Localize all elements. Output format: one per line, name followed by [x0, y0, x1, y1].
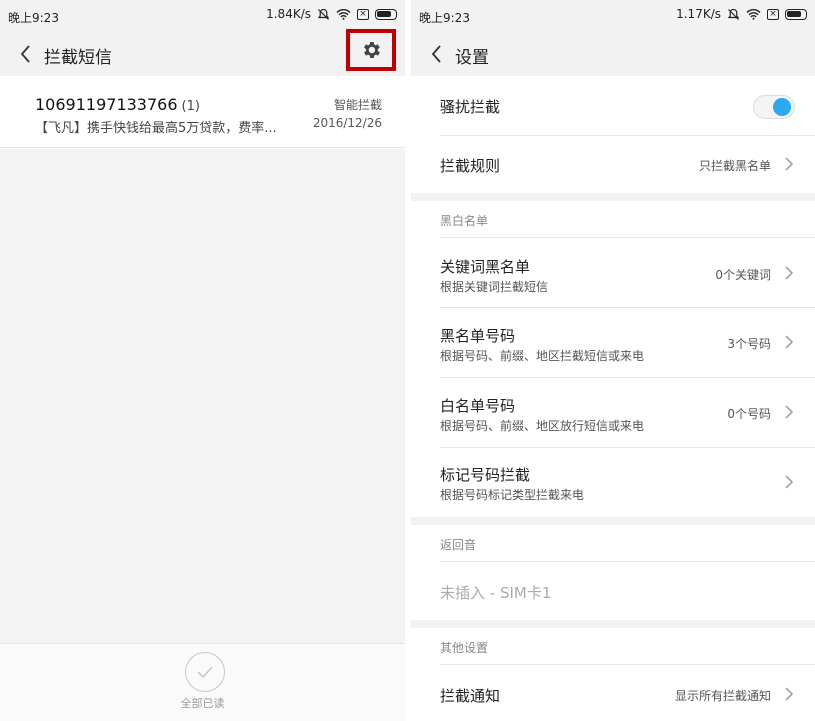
harass-intercept-label: 骚扰拦截: [440, 98, 501, 116]
section-header-ringback: 返回音: [440, 538, 477, 552]
sim-not-inserted-label: 未插入 - SIM卡1: [440, 584, 552, 602]
blacklist-numbers-desc: 根据号码、前缀、地区拦截短信或来电: [440, 349, 645, 363]
blacklist-numbers-row[interactable]: 黑名单号码 根据号码、前缀、地区拦截短信或来电 3个号码: [411, 308, 815, 377]
intercept-notify-value: 显示所有拦截通知: [674, 689, 771, 703]
section-header-other: 其他设置: [440, 641, 489, 655]
mark-all-read-label: 全部已读: [180, 697, 225, 710]
intercept-rule-row[interactable]: 拦截规则 只拦截黑名单: [411, 136, 815, 193]
chevron-right-icon: [785, 405, 794, 419]
gear-icon: [364, 42, 380, 58]
battery-icon: [785, 8, 807, 20]
mark-all-read-button[interactable]: [185, 652, 225, 692]
network-speed: 1.17K/s: [676, 7, 721, 21]
intercept-notify-row[interactable]: 拦截通知 显示所有拦截通知: [411, 665, 815, 721]
keyword-blacklist-value: 0个关键词: [715, 268, 771, 282]
marked-number-intercept-label: 标记号码拦截: [440, 466, 531, 484]
marked-number-intercept-row[interactable]: 标记号码拦截 根据号码标记类型拦截来电: [411, 448, 815, 517]
intercept-rule-label: 拦截规则: [440, 157, 501, 175]
chevron-right-icon: [785, 475, 794, 489]
whitelist-numbers-value: 0个号码: [727, 407, 771, 421]
blacklist-numbers-label: 黑名单号码: [440, 327, 516, 345]
message-date: 2016/12/26: [312, 116, 382, 130]
keyword-blacklist-desc: 根据关键词拦截短信: [440, 280, 549, 294]
intercept-sms-screen: 晚上9:23 1.84K/s × 拦截短信 10691197133766(1) …: [0, 0, 405, 721]
intercept-notify-label: 拦截通知: [440, 687, 501, 705]
section-header-lists: 黑白名单: [440, 214, 489, 228]
section-gap: [411, 193, 815, 201]
whitelist-numbers-desc: 根据号码、前缀、地区放行短信或来电: [440, 419, 645, 433]
empty-list-area: [0, 149, 405, 643]
status-time: 晚上9:23: [419, 11, 470, 25]
marked-number-intercept-desc: 根据号码标记类型拦截来电: [440, 488, 585, 502]
intercept-rule-value: 只拦截黑名单: [698, 159, 771, 173]
message-sender: 10691197133766 (1): [35, 95, 200, 114]
status-time: 晚上9:23: [8, 11, 59, 25]
section-gap: [411, 620, 815, 628]
title-bar: 拦截短信: [0, 29, 405, 76]
back-arrow-icon[interactable]: [14, 40, 38, 68]
message-preview: 【飞凡】携手快钱给最高5万贷款，费率...: [35, 121, 277, 136]
page-title: 设置: [455, 48, 489, 68]
keyword-blacklist-row[interactable]: 关键词黑名单 根据关键词拦截短信 0个关键词: [411, 238, 815, 307]
wifi-icon: [746, 9, 761, 20]
title-bar: 设置: [411, 32, 815, 76]
chevron-right-icon: [785, 687, 794, 701]
harass-intercept-toggle[interactable]: [753, 95, 795, 119]
no-sim-icon: ×: [357, 8, 369, 20]
intercept-tag: 智能拦截: [333, 98, 382, 112]
settings-button[interactable]: [346, 29, 396, 71]
check-icon: [197, 666, 213, 679]
battery-icon: [375, 8, 397, 20]
settings-screen: 晚上9:23 1.17K/s × 设置 骚扰拦截 拦截规则 只拦截黑名单 黑白名…: [411, 0, 815, 721]
back-arrow-icon[interactable]: [425, 40, 449, 68]
status-bar: 晚上9:23 1.17K/s ×: [411, 0, 815, 32]
page-title: 拦截短信: [44, 48, 112, 68]
chevron-right-icon: [785, 157, 794, 171]
whitelist-numbers-row[interactable]: 白名单号码 根据号码、前缀、地区放行短信或来电 0个号码: [411, 378, 815, 447]
chevron-right-icon: [785, 266, 794, 280]
wifi-icon: [336, 9, 351, 20]
whitelist-numbers-label: 白名单号码: [440, 397, 516, 415]
keyword-blacklist-label: 关键词黑名单: [440, 258, 531, 276]
message-count: (1): [181, 99, 200, 114]
chevron-right-icon: [785, 335, 794, 349]
sim-ringback-row: 未插入 - SIM卡1: [411, 562, 815, 620]
no-sim-icon: ×: [767, 8, 779, 20]
status-bar: 晚上9:23 1.84K/s ×: [0, 0, 405, 32]
network-speed: 1.84K/s: [266, 7, 311, 21]
mute-icon: [727, 8, 740, 20]
toggle-knob: [773, 98, 791, 116]
section-gap: [411, 517, 815, 525]
mute-icon: [317, 8, 330, 20]
blacklist-numbers-value: 3个号码: [727, 337, 771, 351]
